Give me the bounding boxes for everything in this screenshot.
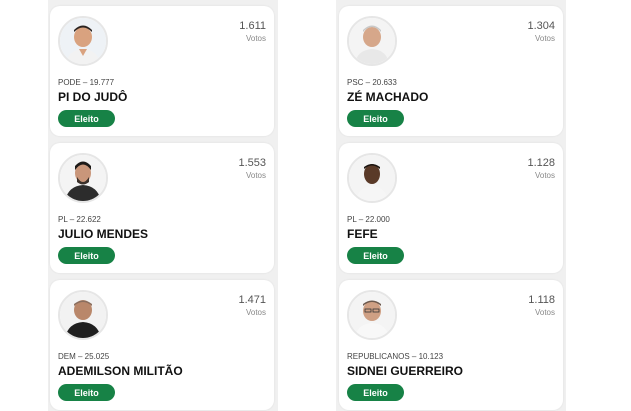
elected-badge: Eleito	[58, 247, 115, 264]
candidate-card[interactable]: 1.471 Votos DEM – 25.025 ADEMILSON MILIT…	[50, 280, 274, 410]
party-number: REPUBLICANOS – 10.123	[347, 352, 444, 361]
candidate-card[interactable]: 1.304 Votos PSC – 20.633 ZÉ MACHADO Elei…	[339, 6, 563, 136]
elected-badge: Eleito	[347, 247, 404, 264]
votes-label: Votos	[534, 171, 555, 180]
vote-count: 1.128	[527, 157, 555, 169]
party-number: DEM – 25.025	[58, 352, 110, 361]
elected-badge: Eleito	[347, 384, 404, 401]
candidate-card[interactable]: 1.553 Votos PL – 22.622 JULIO MENDES Ele…	[50, 143, 274, 273]
candidate-photo	[347, 290, 397, 340]
votes-label: Votos	[534, 34, 555, 43]
candidate-photo	[58, 153, 108, 203]
votes-label: Votos	[534, 308, 555, 317]
party-number: PL – 22.622	[58, 215, 101, 224]
candidate-photo	[58, 16, 108, 66]
candidate-photo	[347, 153, 397, 203]
elected-badge: Eleito	[58, 384, 115, 401]
candidate-card[interactable]: 1.118 Votos REPUBLICANOS – 10.123 SIDNEI…	[339, 280, 563, 410]
votes-label: Votos	[245, 308, 266, 317]
party-number: PODE – 19.777	[58, 78, 115, 87]
candidate-name: JULIO MENDES	[58, 227, 149, 241]
vote-count: 1.471	[238, 294, 266, 306]
elected-badge: Eleito	[347, 110, 404, 127]
candidate-photo	[347, 16, 397, 66]
candidate-card[interactable]: 1.128 Votos PL – 22.000 FEFE Eleito	[339, 143, 563, 273]
vote-count: 1.553	[238, 157, 266, 169]
party-number: PSC – 20.633	[347, 78, 397, 87]
candidate-name: PI DO JUDÔ	[58, 90, 128, 104]
votes-label: Votos	[245, 171, 266, 180]
votes-label: Votos	[245, 34, 266, 43]
elected-badge: Eleito	[58, 110, 115, 127]
vote-count: 1.304	[527, 20, 555, 32]
candidate-card[interactable]: 1.611 Votos PODE – 19.777 PI DO JUDÔ Ele…	[50, 6, 274, 136]
candidate-name: FEFE	[347, 227, 378, 241]
vote-count: 1.611	[239, 20, 266, 32]
candidate-name: SIDNEI GUERREIRO	[347, 364, 464, 378]
candidate-name: ZÉ MACHADO	[347, 90, 429, 104]
party-number: PL – 22.000	[347, 215, 390, 224]
vote-count: 1.118	[528, 294, 555, 306]
candidate-name: ADEMILSON MILITÃO	[58, 364, 183, 378]
candidate-photo	[58, 290, 108, 340]
